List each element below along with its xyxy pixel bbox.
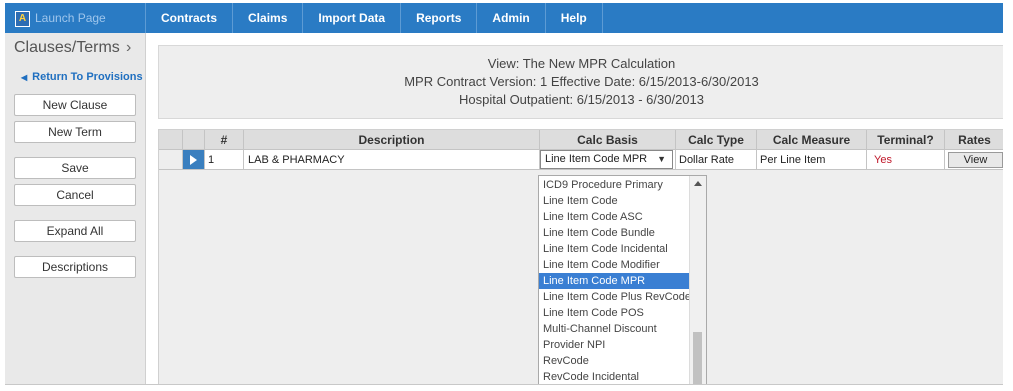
- top-nav-bar: A Launch Page Contracts Claims Import Da…: [5, 3, 1003, 33]
- calc-basis-dropdown-list[interactable]: ICD9 Procedure Primary Line Item Code Li…: [538, 175, 707, 384]
- launch-page-link[interactable]: A Launch Page: [5, 3, 146, 33]
- chevron-right-icon[interactable]: ›: [126, 39, 131, 57]
- app-frame: A Launch Page Contracts Claims Import Da…: [5, 3, 1003, 385]
- row-terminal[interactable]: Yes: [867, 150, 945, 170]
- contract-version-line: MPR Contract Version: 1 Effective Date: …: [404, 74, 759, 89]
- column-header-number[interactable]: #: [205, 130, 244, 150]
- dropdown-scrollbar[interactable]: [689, 176, 706, 384]
- return-link-label: Return To Provisions: [32, 71, 143, 83]
- nav-help[interactable]: Help: [546, 3, 603, 33]
- dropdown-option[interactable]: RevCode Incidental: [539, 369, 690, 384]
- nav-claims[interactable]: Claims: [233, 3, 304, 33]
- row-calc-type[interactable]: Dollar Rate: [676, 150, 757, 170]
- row-selector[interactable]: [183, 150, 205, 170]
- view-rates-button[interactable]: View: [948, 152, 1003, 168]
- dropdown-option[interactable]: RevCode: [539, 353, 690, 369]
- new-clause-button[interactable]: New Clause: [14, 94, 136, 116]
- column-header-description[interactable]: Description: [244, 130, 540, 150]
- sidebar-title: Clauses/Terms: [14, 39, 120, 56]
- dropdown-option-selected[interactable]: Line Item Code MPR: [539, 273, 690, 289]
- dropdown-option[interactable]: Line Item Code ASC: [539, 209, 690, 225]
- app-logo-icon: A: [15, 11, 30, 27]
- row-blank-cell: [159, 150, 183, 170]
- dropdown-option[interactable]: Line Item Code Incidental: [539, 241, 690, 257]
- row-rates-cell: View: [945, 150, 1003, 170]
- descriptions-button[interactable]: Descriptions: [14, 256, 136, 278]
- view-title: View: The New MPR Calculation: [487, 56, 676, 71]
- scrollbar-thumb[interactable]: [693, 332, 702, 384]
- dropdown-option[interactable]: Provider NPI: [539, 337, 690, 353]
- nav-reports[interactable]: Reports: [401, 3, 478, 33]
- dropdown-option[interactable]: Multi-Channel Discount: [539, 321, 690, 337]
- row-description[interactable]: LAB & PHARMACY: [244, 150, 540, 170]
- nav-admin[interactable]: Admin: [477, 3, 546, 33]
- column-header-calc-measure[interactable]: Calc Measure: [757, 130, 867, 150]
- row-pointer-icon: [190, 155, 197, 165]
- launch-page-label: Launch Page: [35, 11, 106, 25]
- row-calc-measure[interactable]: Per Line Item: [757, 150, 867, 170]
- main-menu: Contracts Claims Import Data Reports Adm…: [146, 3, 603, 33]
- dropdown-option[interactable]: Line Item Code Bundle: [539, 225, 690, 241]
- column-header-calc-basis[interactable]: Calc Basis: [540, 130, 676, 150]
- row-calc-basis-cell: Line Item Code MPR ▼: [540, 150, 676, 170]
- cancel-button[interactable]: Cancel: [14, 184, 136, 206]
- dropdown-option[interactable]: Line Item Code Modifier: [539, 257, 690, 273]
- expand-all-button[interactable]: Expand All: [14, 220, 136, 242]
- row-number: 1: [205, 150, 244, 170]
- column-header-rates[interactable]: Rates: [945, 130, 1003, 150]
- header-blank-2: [183, 130, 205, 150]
- back-arrow-icon: ◀: [21, 73, 28, 82]
- calc-basis-select[interactable]: Line Item Code MPR ▼: [540, 150, 673, 169]
- dropdown-arrow-icon: ▼: [657, 154, 666, 164]
- column-header-calc-type[interactable]: Calc Type: [676, 130, 757, 150]
- dropdown-option[interactable]: Line Item Code Plus RevCode: [539, 289, 691, 305]
- dropdown-option[interactable]: Line Item Code: [539, 193, 690, 209]
- view-header: View: The New MPR Calculation MPR Contra…: [158, 45, 1003, 119]
- dropdown-option[interactable]: ICD9 Procedure Primary: [539, 177, 690, 193]
- scroll-up-icon[interactable]: [694, 181, 702, 186]
- nav-contracts[interactable]: Contracts: [146, 3, 234, 33]
- header-blank-1: [159, 130, 183, 150]
- save-button[interactable]: Save: [14, 157, 136, 179]
- sidebar: Clauses/Terms › ◀ Return To Provisions Ne…: [5, 33, 146, 384]
- dropdown-option[interactable]: Line Item Code POS: [539, 305, 690, 321]
- nav-import-data[interactable]: Import Data: [303, 3, 402, 33]
- return-to-provisions-link[interactable]: ◀ Return To Provisions: [21, 71, 143, 83]
- column-header-terminal[interactable]: Terminal?: [867, 130, 945, 150]
- hospital-outpatient-line: Hospital Outpatient: 6/15/2013 - 6/30/20…: [458, 92, 704, 107]
- calc-basis-selected-value: Line Item Code MPR: [545, 153, 648, 165]
- new-term-button[interactable]: New Term: [14, 121, 136, 143]
